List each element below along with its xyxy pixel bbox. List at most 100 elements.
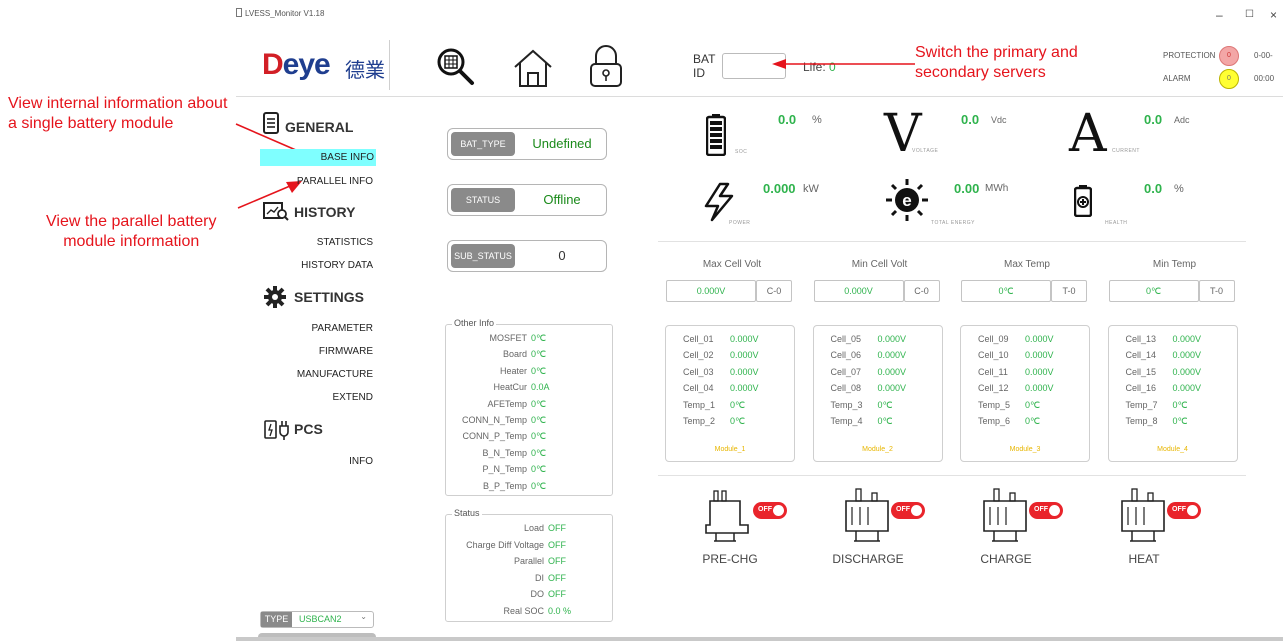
- module-row: Cell_05 0.000V: [830, 334, 907, 344]
- status-key: Real SOC: [503, 606, 544, 616]
- relay-label: CHARGE: [980, 552, 1032, 566]
- bottom-scrollbar[interactable]: [236, 637, 1283, 641]
- bat-id-label-2: ID: [693, 66, 705, 80]
- other-info-value: 0℃: [531, 349, 547, 360]
- module-row-key: Cell_07: [830, 366, 862, 377]
- sidebar-item-info[interactable]: INFO: [263, 456, 373, 467]
- other-info-row: Board 0℃: [450, 349, 546, 360]
- power-value: 0.000: [763, 181, 796, 196]
- module-row-key: Cell_02: [683, 350, 714, 361]
- relay-toggle[interactable]: OFF: [753, 502, 787, 519]
- current-tag: CURRENT: [1112, 148, 1140, 154]
- other-info-value: 0℃: [531, 365, 547, 376]
- battery-search-icon[interactable]: [436, 47, 476, 92]
- sidebar-settings[interactable]: SETTINGS: [294, 289, 364, 305]
- sub-status-value: 0: [558, 248, 566, 263]
- module-row-value: 0.000V: [1025, 350, 1054, 361]
- brand-logo-text: eye: [282, 48, 331, 81]
- current-value: 0.0: [1144, 112, 1163, 127]
- voltage-value: 0.0: [961, 112, 980, 127]
- relay-toggle-knob: [911, 505, 922, 516]
- module-row: Cell_15 0.000V: [1126, 367, 1202, 377]
- sidebar-item-parallel-info[interactable]: PARALLEL INFO: [263, 176, 373, 187]
- home-icon[interactable]: [512, 47, 554, 94]
- min-max-value: 0.000V: [844, 286, 873, 296]
- type-label: TYPE: [261, 612, 292, 627]
- module-row: Temp_2 0℃: [683, 416, 745, 426]
- other-info-key: HeatCur: [493, 382, 527, 393]
- minimize-button[interactable]: –: [1216, 8, 1223, 22]
- close-button[interactable]: ×: [1270, 8, 1277, 22]
- relay-toggle[interactable]: OFF: [891, 502, 925, 519]
- bat-type-value: Undefined: [532, 136, 592, 151]
- metrics-divider: [658, 241, 1246, 242]
- module-row-value: 0.000V: [877, 383, 907, 394]
- maximize-button[interactable]: ☐: [1245, 9, 1254, 20]
- module-row: Cell_04 0.000V: [683, 383, 759, 393]
- module-row-key: Temp_2: [683, 416, 716, 426]
- module-row-value: 0.000V: [877, 350, 907, 361]
- min-max-title: Min Cell Volt: [851, 259, 908, 270]
- module-row: Cell_03 0.000V: [683, 367, 759, 377]
- min-max-title: Max Cell Volt: [702, 259, 762, 270]
- module-row: Temp_1 0℃: [683, 400, 745, 410]
- module-row-value: 0.000V: [730, 334, 759, 344]
- other-info-key: AFETemp: [487, 398, 527, 409]
- min-max-id: T-0: [1209, 286, 1223, 296]
- sidebar-item-statistics[interactable]: STATISTICS: [263, 237, 373, 248]
- health-unit: %: [1174, 183, 1184, 195]
- sidebar-general[interactable]: GENERAL: [285, 119, 353, 135]
- protection-label: PROTECTION: [1163, 51, 1216, 60]
- sidebar-item-base-info[interactable]: BASE INFO: [260, 149, 376, 166]
- status-row: Charge Diff Voltage OFF: [450, 540, 566, 550]
- sidebar-history[interactable]: HISTORY: [294, 204, 355, 220]
- module-row: Cell_06 0.000V: [831, 350, 907, 360]
- app-icon: [236, 8, 242, 17]
- module-name: Module_1: [714, 446, 746, 453]
- sidebar-item-manufacture[interactable]: MANUFACTURE: [263, 369, 373, 380]
- type-select[interactable]: TYPE USBCAN2 ⌄: [260, 611, 374, 628]
- sidebar-pcs[interactable]: PCS: [294, 421, 323, 437]
- sidebar-item-extend[interactable]: EXTEND: [263, 392, 373, 403]
- status-value: 0.0 %: [548, 606, 572, 616]
- sidebar-item-parameter[interactable]: PARAMETER: [263, 323, 374, 334]
- sidebar-item-history-data[interactable]: HISTORY DATA: [263, 260, 373, 271]
- other-info-value: 0℃: [531, 398, 547, 409]
- svg-text:e: e: [902, 191, 911, 210]
- lock-icon[interactable]: [586, 44, 626, 95]
- module-row-value: 0℃: [1172, 416, 1188, 426]
- module-row: Temp_8 0℃: [1126, 416, 1188, 426]
- gear-icon: [264, 286, 286, 313]
- other-info-value: 0℃: [531, 415, 547, 425]
- module-row-value: 0℃: [877, 416, 893, 426]
- relay-toggle[interactable]: OFF: [1029, 502, 1063, 519]
- module-card: Cell_05 0.000V Cell_06 0.000V Cell_07 0.000V C…: [812, 325, 943, 462]
- module-row-key: Cell_01: [683, 334, 714, 344]
- module-row-value: 0℃: [1025, 416, 1041, 426]
- module-card: Cell_13 0.000V Cell_14 0.000V Cell_15 0.000V C…: [1107, 325, 1238, 462]
- relay-label: DISCHARGE: [832, 552, 904, 566]
- total-energy-unit: MWh: [985, 183, 1009, 194]
- module-row-key: Cell_05: [830, 334, 862, 344]
- voltage-tag: VOLTAGE: [912, 148, 939, 154]
- status-value: OFF: [548, 589, 566, 600]
- module-row-value: 0.000V: [1172, 334, 1202, 344]
- relay-label: PRE-CHG: [702, 552, 758, 566]
- other-info-key: MOSFET: [489, 333, 528, 343]
- min-max-id: C-0: [914, 286, 929, 296]
- other-info-key: P_N_Temp: [482, 464, 527, 475]
- other-info-key: B_P_Temp: [482, 480, 527, 491]
- other-info-key: CONN_N_Temp: [461, 415, 527, 425]
- annotation-switch-servers: Switch the primary and secondary servers: [915, 44, 1078, 81]
- brand-logo-d: D: [262, 48, 284, 81]
- sidebar-item-firmware[interactable]: FIRMWARE: [263, 346, 373, 357]
- relay-toggle[interactable]: OFF: [1167, 502, 1201, 519]
- min-max-id: C-0: [766, 286, 782, 296]
- status-key: Parallel: [513, 556, 544, 567]
- min-max-id-box: T-0: [1051, 280, 1087, 302]
- min-max-value-box: 0.000V: [813, 280, 904, 302]
- relay-toggle-state: OFF: [896, 506, 910, 513]
- power-tag: POWER: [729, 220, 751, 226]
- relay-toggle-knob: [1049, 505, 1060, 516]
- alarm-label: ALARM: [1163, 74, 1191, 83]
